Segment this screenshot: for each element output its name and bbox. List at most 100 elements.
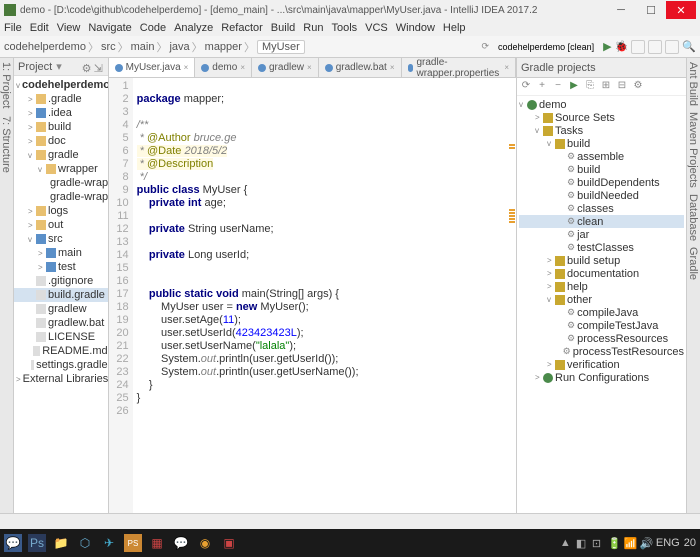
gradle-item[interactable]: ⚙processResources <box>519 332 684 345</box>
tree-item[interactable]: >out <box>14 218 108 232</box>
gear-icon[interactable]: ⚙ <box>631 80 645 94</box>
taskbar-app-icon[interactable]: Ps <box>28 534 46 552</box>
gradle-item[interactable]: vother <box>519 293 684 306</box>
editor-tab[interactable]: gradlew× <box>252 58 319 77</box>
menu-file[interactable]: File <box>4 22 22 34</box>
tool-maven[interactable]: Maven Projects <box>687 112 700 188</box>
tree-item[interactable]: settings.gradle <box>14 358 108 372</box>
debug-icon[interactable]: 🐞 <box>615 40 629 53</box>
gradle-item[interactable]: ⚙compileJava <box>519 306 684 319</box>
tool-ant[interactable]: Ant Build <box>687 62 700 106</box>
toolbar-icon[interactable] <box>665 40 679 54</box>
tree-item[interactable]: >test <box>14 260 108 274</box>
gradle-item[interactable]: >Run Configurations <box>519 371 684 384</box>
toolbar-icon[interactable]: ⎘ <box>583 80 597 94</box>
error-stripe[interactable] <box>508 78 516 513</box>
editor-tab[interactable]: gradlew.bat× <box>319 58 402 77</box>
gradle-item[interactable]: ⚙processTestResources <box>519 345 684 358</box>
tree-item[interactable]: LICENSE <box>14 330 108 344</box>
tree-item[interactable]: gradle-wrapper.properties <box>14 190 108 204</box>
toolbar-icon[interactable] <box>631 40 645 54</box>
run-icon[interactable]: ▶ <box>603 40 611 53</box>
gradle-item[interactable]: >documentation <box>519 267 684 280</box>
crumb-class[interactable]: MyUser <box>257 40 305 54</box>
close-button[interactable]: ✕ <box>666 1 696 19</box>
gradle-item[interactable]: ⚙jar <box>519 228 684 241</box>
gradle-item[interactable]: ⚙assemble <box>519 150 684 163</box>
tree-item[interactable]: >.gradle <box>14 92 108 106</box>
maximize-button[interactable]: ☐ <box>636 1 666 19</box>
collapse-icon[interactable]: ⊟ <box>615 80 629 94</box>
crumb[interactable]: main <box>131 41 155 53</box>
editor-tab[interactable]: gradle-wrapper.properties× <box>402 58 516 77</box>
tool-database[interactable]: Database <box>687 194 700 241</box>
gradle-item[interactable]: ⚙build <box>519 163 684 176</box>
menu-run[interactable]: Run <box>303 22 323 34</box>
plus-icon[interactable]: + <box>535 80 549 94</box>
menu-vcs[interactable]: VCS <box>365 22 388 34</box>
gradle-item[interactable]: vbuild <box>519 137 684 150</box>
menu-analyze[interactable]: Analyze <box>174 22 213 34</box>
editor-tab[interactable]: MyUser.java× <box>109 58 196 77</box>
taskbar-app-icon[interactable]: 💬 <box>172 534 190 552</box>
gradle-item[interactable]: ⚙clean <box>519 215 684 228</box>
taskbar-app-icon[interactable]: ▦ <box>148 534 166 552</box>
tree-item[interactable]: build.gradle <box>14 288 108 302</box>
expand-icon[interactable]: ⊞ <box>599 80 613 94</box>
crumb[interactable]: src <box>101 41 116 53</box>
taskbar-app-icon[interactable]: ⬡ <box>76 534 94 552</box>
tree-item[interactable]: gradle-wrapper.jar <box>14 176 108 190</box>
crumb[interactable]: mapper <box>205 41 242 53</box>
taskbar-app-icon[interactable]: 💬 <box>4 534 22 552</box>
gradle-item[interactable]: ⚙testClasses <box>519 241 684 254</box>
tree-item[interactable]: >build <box>14 120 108 134</box>
search-icon[interactable]: 🔍 <box>682 40 696 53</box>
gradle-item[interactable]: >help <box>519 280 684 293</box>
crumb[interactable]: codehelperdemo <box>4 41 86 53</box>
tool-structure[interactable]: 7: Structure <box>0 116 13 173</box>
gradle-item[interactable]: >Source Sets <box>519 111 684 124</box>
tree-root[interactable]: vcodehelperdemo [demo] <box>14 78 108 92</box>
tree-item[interactable]: README.md <box>14 344 108 358</box>
code-editor[interactable]: 1234567891011121314151617181920212223242… <box>109 78 516 513</box>
menu-refactor[interactable]: Refactor <box>221 22 263 34</box>
collapse-icon[interactable]: ⇲ <box>94 62 104 72</box>
code-area[interactable]: package mapper; /** * @Author bruce.ge *… <box>133 78 516 513</box>
gradle-item[interactable]: ⚙classes <box>519 202 684 215</box>
tree-item[interactable]: gradlew.bat <box>14 316 108 330</box>
menu-build[interactable]: Build <box>271 22 295 34</box>
run-config-selector[interactable]: codehelperdemo [clean] <box>492 42 600 52</box>
gradle-root[interactable]: vdemo <box>519 98 684 111</box>
menu-help[interactable]: Help <box>443 22 466 34</box>
project-tree[interactable]: vcodehelperdemo [demo]>.gradle>.idea>bui… <box>14 76 108 388</box>
gradle-item[interactable]: >build setup <box>519 254 684 267</box>
toolbar-icon[interactable] <box>648 40 662 54</box>
tree-item[interactable]: vsrc <box>14 232 108 246</box>
gear-icon[interactable]: ⚙ <box>82 62 92 72</box>
menu-view[interactable]: View <box>57 22 81 34</box>
gradle-item[interactable]: ⚙compileTestJava <box>519 319 684 332</box>
tree-item[interactable]: vgradle <box>14 148 108 162</box>
tree-item[interactable]: gradlew <box>14 302 108 316</box>
tool-gradle[interactable]: Gradle <box>687 247 700 280</box>
tree-item[interactable]: >.idea <box>14 106 108 120</box>
gradle-item[interactable]: ⚙buildDependents <box>519 176 684 189</box>
gradle-tree[interactable]: vdemo>Source SetsvTasksvbuild⚙assemble⚙b… <box>517 96 686 386</box>
taskbar-app-icon[interactable]: PS <box>124 534 142 552</box>
tree-item[interactable]: >logs <box>14 204 108 218</box>
refresh-icon[interactable]: ⟳ <box>519 80 533 94</box>
run-icon[interactable]: ▶ <box>567 80 581 94</box>
minimize-button[interactable]: ─ <box>606 1 636 19</box>
menu-edit[interactable]: Edit <box>30 22 49 34</box>
taskbar-app-icon[interactable]: 📁 <box>52 534 70 552</box>
tree-item[interactable]: vwrapper <box>14 162 108 176</box>
tree-item[interactable]: >doc <box>14 134 108 148</box>
menu-navigate[interactable]: Navigate <box>88 22 131 34</box>
gradle-item[interactable]: vTasks <box>519 124 684 137</box>
crumb[interactable]: java <box>169 41 189 53</box>
tree-item[interactable]: >main <box>14 246 108 260</box>
tool-project[interactable]: 1: Project <box>0 62 13 108</box>
editor-tab[interactable]: demo× <box>195 58 252 77</box>
taskbar-app-icon[interactable]: ✈ <box>100 534 118 552</box>
tree-ext-libs[interactable]: >External Libraries <box>14 372 108 386</box>
